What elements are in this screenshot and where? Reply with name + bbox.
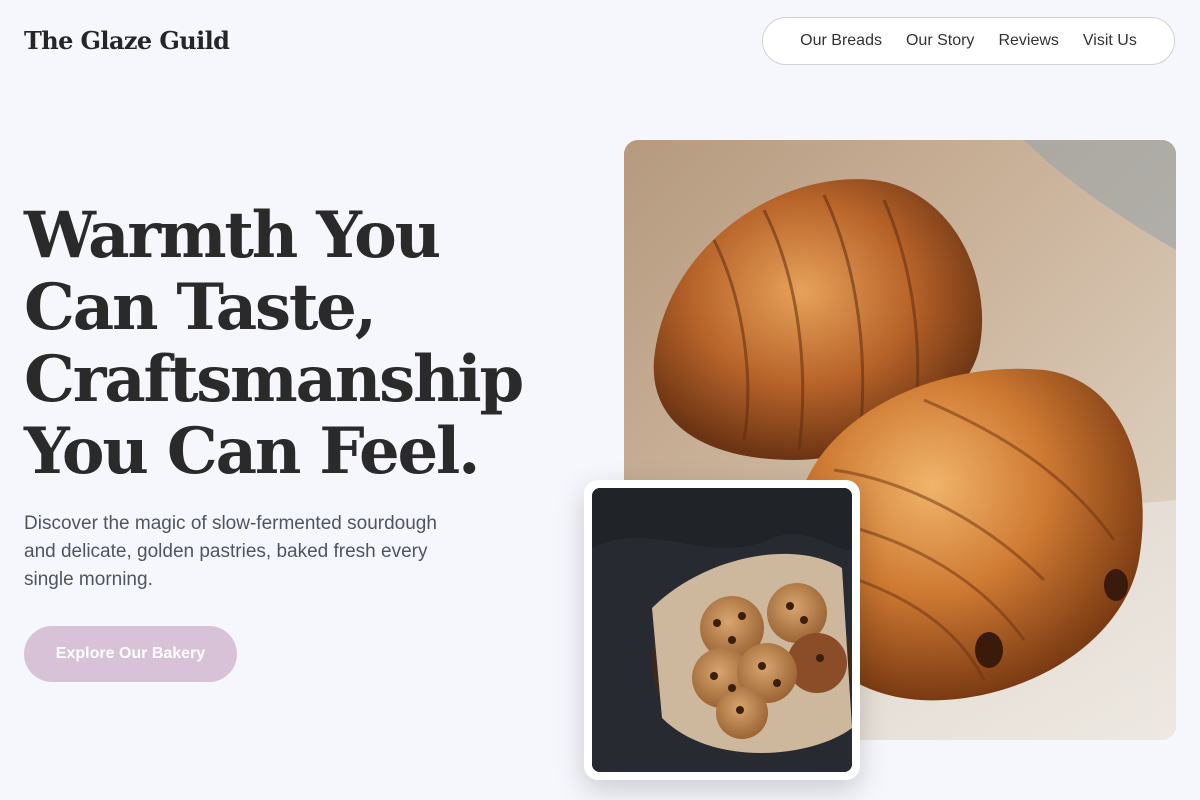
hero-subtext: Discover the magic of slow-fermented sou…: [24, 513, 437, 590]
explore-bakery-button[interactable]: Explore Our Bakery: [24, 626, 237, 682]
cookie-photo: [592, 488, 852, 772]
nav-item-reviews[interactable]: Reviews: [998, 32, 1058, 50]
hero-headline: Warmth You Can Taste, Craftsmanship You …: [24, 198, 524, 489]
main-nav: Our Breads Our Story Reviews Visit Us: [762, 17, 1175, 65]
nav-item-visit-us[interactable]: Visit Us: [1083, 32, 1137, 50]
cookie-photo-card: [584, 480, 860, 780]
nav-item-our-breads[interactable]: Our Breads: [800, 32, 882, 50]
brand-logo[interactable]: The Glaze Guild: [24, 26, 230, 55]
page: The Glaze Guild Our Breads Our Story Rev…: [0, 0, 1200, 800]
nav-item-our-story[interactable]: Our Story: [906, 32, 974, 50]
